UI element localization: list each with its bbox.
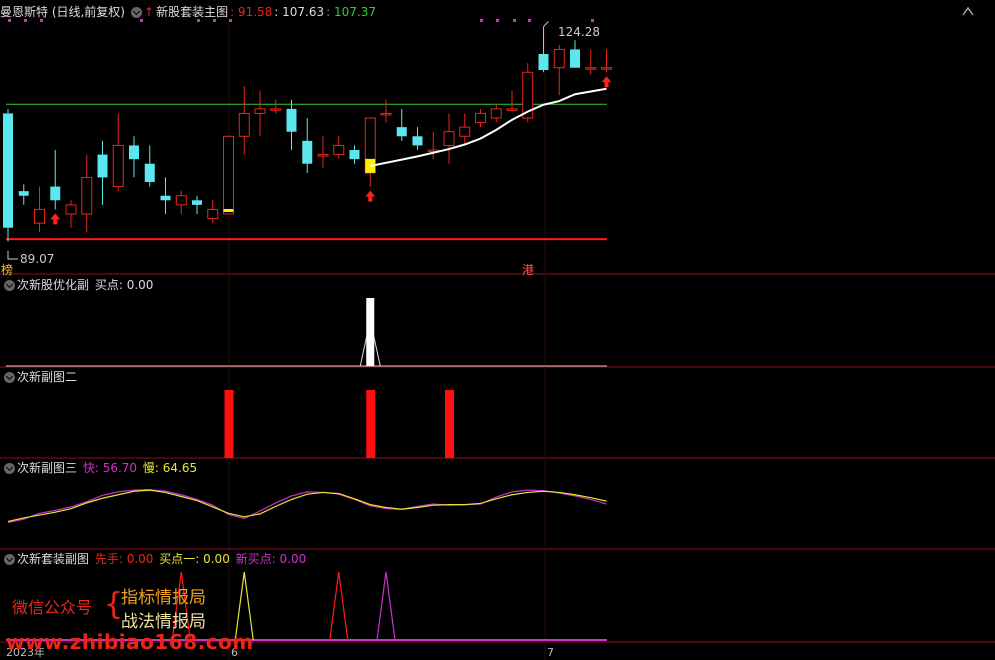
panel4-title[interactable]: 次新副图三 <box>17 461 77 475</box>
buy-arrow-23 <box>365 190 376 202</box>
arrow-up-icon: ↑ <box>144 5 155 19</box>
top-marker-dot-10 <box>528 19 531 22</box>
candle-body-18 <box>286 108 297 132</box>
candle-body-32 <box>506 108 518 111</box>
candle-body-28 <box>443 131 455 146</box>
top-marker-dot-9 <box>513 19 516 22</box>
main-value-2: : 107.63 <box>274 5 325 19</box>
panel3-dropdown-icon[interactable] <box>4 372 15 383</box>
candle-body-24 <box>380 112 392 116</box>
low-leader <box>7 251 18 260</box>
watermark-line2: 指标情报局 <box>121 588 206 608</box>
high-leader <box>543 21 549 27</box>
candle-body-0 <box>3 113 13 228</box>
candle-body-2 <box>34 208 45 224</box>
candle-body-31 <box>490 108 502 119</box>
dropdown-icon[interactable] <box>131 7 142 18</box>
candle-body-15 <box>238 112 250 137</box>
candle-body-12 <box>192 200 202 205</box>
p3-bar-23 <box>366 390 376 458</box>
panel3-title[interactable]: 次新副图二 <box>17 370 77 384</box>
collapse-icon[interactable] <box>961 5 975 17</box>
high-price-label: 124.28 <box>558 25 600 39</box>
panel3-header: 次新副图二 <box>0 368 79 386</box>
highlight-block-14 <box>223 209 234 212</box>
low-price-label: 89.07 <box>20 252 54 266</box>
badge-left: 榜 <box>1 262 13 277</box>
candle-body-34 <box>538 54 549 70</box>
candle-body-19 <box>302 140 313 164</box>
p3-bar-28 <box>445 390 454 458</box>
p5-red-peak-21 <box>329 571 349 641</box>
candle-body-16 <box>254 108 266 114</box>
candle-body-11 <box>175 195 187 206</box>
candle-body-20 <box>317 154 329 157</box>
candle-body-22 <box>349 150 360 160</box>
candle-body-29 <box>459 126 471 137</box>
candle-body-5 <box>81 176 93 215</box>
panel2-header: 次新股优化副 买点: 0.00 <box>0 276 155 294</box>
main-panel-header: 曼恩斯特 (日线,前复权) ↑ 新股套装主图: 91.58: 107.63: 107… <box>0 3 378 21</box>
top-marker-dot-8 <box>496 19 499 22</box>
candle-body-8 <box>129 145 139 160</box>
watermark-wechat: 微信公众号 <box>12 598 93 617</box>
panel2-buy-label: 买点: 0.00 <box>94 278 154 292</box>
candle-body-25 <box>396 127 407 137</box>
p3-bar-14 <box>224 390 234 458</box>
candle-body-14 <box>223 135 234 215</box>
top-marker-dot-11 <box>591 19 594 22</box>
buy-arrow-38 <box>601 76 612 88</box>
top-marker-dot-7 <box>480 19 483 22</box>
main-value-3: : 107.37 <box>326 5 377 19</box>
panel4-dropdown-icon[interactable] <box>4 463 15 474</box>
p4-slow-line <box>7 489 607 523</box>
panel4-slow-value: 慢: 64.65 <box>142 461 198 475</box>
panel5-newbuy: 新买点: 0.00 <box>235 552 307 566</box>
p5-magenta-peak-24 <box>376 571 396 641</box>
p2-spike-bar <box>366 298 375 366</box>
candle-body-21 <box>333 144 345 156</box>
panel4-fast-value: 快: 56.70 <box>82 461 138 475</box>
panel5-title[interactable]: 次新套装副图 <box>17 552 89 566</box>
candle-body-9 <box>144 163 155 182</box>
main-panel-title[interactable]: 曼恩斯特 (日线,前复权) <box>0 5 125 19</box>
candle-body-36 <box>570 49 580 68</box>
panel5-header: 次新套装副图 先手: 0.00 买点一: 0.00 新买点: 0.00 <box>0 550 308 568</box>
panel5-xianshou: 先手: 0.00 <box>94 552 154 566</box>
main-value-1: : 91.58 <box>230 5 273 19</box>
watermark-url: www.zhibiao168.com <box>6 630 254 654</box>
panel2-dropdown-icon[interactable] <box>4 280 15 291</box>
candle-body-7 <box>112 144 124 188</box>
main-indicator-name[interactable]: 新股套装主图 <box>156 5 228 19</box>
candle-body-1 <box>18 191 29 196</box>
panel4-header: 次新副图三 快: 56.70 慢: 64.65 <box>0 459 199 477</box>
candle-body-26 <box>412 136 423 146</box>
badge-right: 港 <box>522 263 534 277</box>
buy-arrow-3 <box>50 213 61 225</box>
candle-body-10 <box>160 195 171 201</box>
candle-body-17 <box>270 108 282 111</box>
candle-body-4 <box>65 204 77 215</box>
candle-body-37 <box>585 67 597 70</box>
candle-body-38 <box>601 67 612 70</box>
x-axis-month-7: 7 <box>547 646 554 659</box>
panel2-title[interactable]: 次新股优化副 <box>17 278 89 292</box>
panel5-dropdown-icon[interactable] <box>4 554 15 565</box>
panel5-buy1: 买点一: 0.00 <box>159 552 230 566</box>
candle-body-6 <box>97 154 108 178</box>
watermark-line3: 战法情报局 <box>121 612 206 632</box>
candle-body-30 <box>475 112 486 124</box>
candle-body-3 <box>50 186 61 201</box>
candle-body-13 <box>207 208 219 220</box>
candle-body-35 <box>553 48 565 69</box>
